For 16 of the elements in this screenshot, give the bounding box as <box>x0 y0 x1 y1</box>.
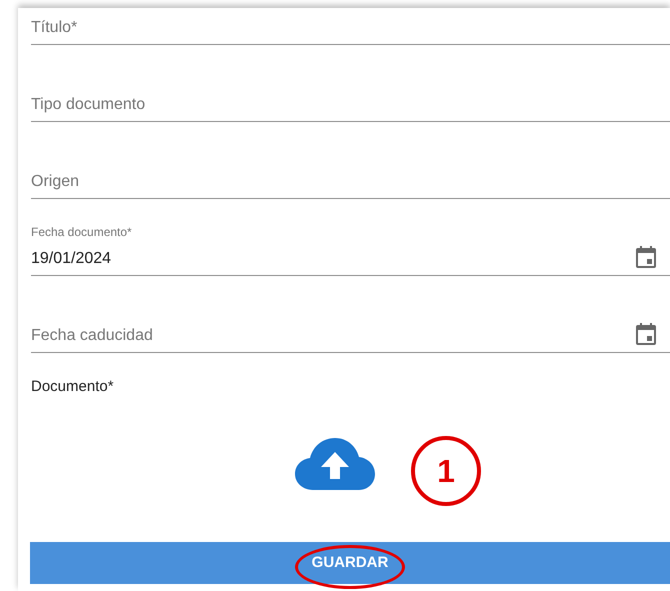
calendar-icon[interactable] <box>636 323 656 345</box>
input-field[interactable]: Tipo documento <box>31 45 670 122</box>
date-field[interactable]: Fecha caducidad <box>31 276 670 353</box>
input-field[interactable]: Título* <box>31 8 670 45</box>
calendar-icon[interactable] <box>636 246 656 268</box>
field-label: Título* <box>31 19 78 37</box>
field-value: 19/01/2024 <box>31 250 112 268</box>
upload-cloud-icon[interactable] <box>295 438 375 490</box>
field-label: Fecha caducidad <box>31 327 153 345</box>
field-label: Tipo documento <box>31 96 146 114</box>
upload-label: Documento* <box>31 378 115 396</box>
input-field[interactable]: Origen <box>31 122 670 199</box>
field-label: Fecha documento* <box>31 225 132 239</box>
save-button[interactable]: GUARDAR <box>30 542 670 584</box>
field-label: Origen <box>31 173 80 191</box>
date-field[interactable]: Fecha documento* 19/01/2024 <box>31 199 670 276</box>
